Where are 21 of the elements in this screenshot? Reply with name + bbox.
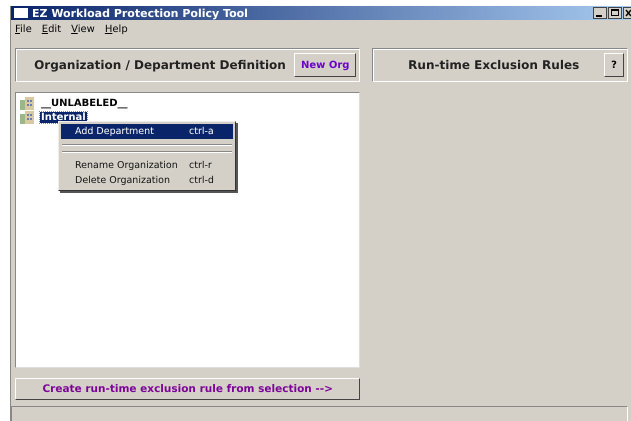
new-org-button[interactable]: New Org [294, 53, 356, 78]
create-rule-button[interactable]: Create run-time exclusion rule from selection --> [15, 378, 360, 400]
window-title: EZ Workload Protection Policy Tool [32, 6, 249, 20]
maximize-icon[interactable] [608, 7, 622, 20]
panel-title: Organization / Department Definition [33, 58, 287, 72]
close-icon[interactable] [623, 7, 631, 20]
building-icon [19, 96, 35, 110]
menu-item[interactable]: File [15, 24, 32, 35]
tree-item[interactable]: __UNLABELED__ [40, 98, 129, 109]
building-icon [19, 110, 35, 124]
menu-item[interactable]: Add Department ctrl-a [61, 124, 233, 139]
menu-item[interactable]: Edit [42, 24, 62, 35]
menu-item[interactable]: Delete Organization ctrl-d [61, 173, 233, 188]
minimize-icon[interactable] [593, 7, 607, 20]
help-button[interactable]: ? [604, 53, 624, 78]
panel-title: Run-time Exclusion Rules [407, 58, 580, 72]
menu-item[interactable]: Help [104, 24, 128, 35]
window-icon [14, 8, 28, 18]
tree-item[interactable]: Internal [40, 112, 87, 123]
menu-item[interactable]: Rename Organization ctrl-r [61, 158, 233, 173]
menu-item[interactable]: View [71, 24, 95, 35]
